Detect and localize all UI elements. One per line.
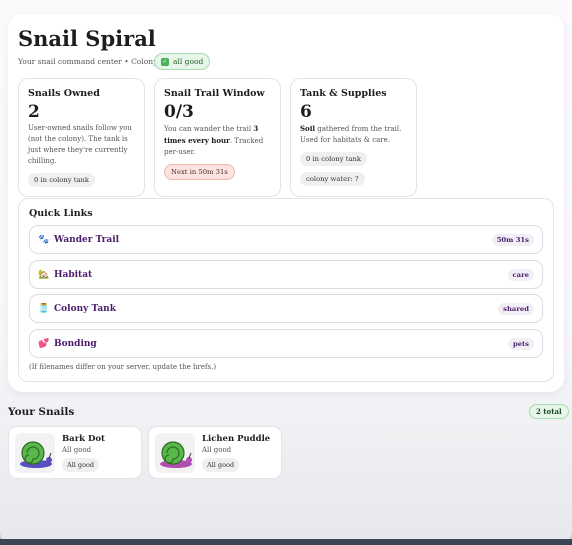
quick-link-label: Wander Trail (54, 234, 120, 245)
snail-avatar (15, 433, 55, 473)
next-trail-timer-pill: Next in 50m 31s (164, 164, 235, 180)
jar-icon: 🫙 (38, 303, 50, 314)
stat-description: User-owned snails follow you (not the co… (28, 124, 132, 165)
stat-title: Snail Trail Window (164, 88, 265, 99)
stat-value: 0/3 (164, 102, 194, 122)
snail-avatar (155, 433, 195, 473)
stat-description: Soil gathered from the trail. Used for h… (300, 124, 402, 144)
snail-name: Bark Dot (62, 434, 105, 444)
quick-link-wander-trail[interactable]: 🐾 Wander Trail 50m 31s (29, 225, 543, 254)
snail-card-lichen-puddle[interactable]: Lichen Puddle All good All good (148, 426, 282, 479)
stat-title: Tank & Supplies (300, 88, 387, 99)
snail-status-pill: All good (202, 458, 240, 472)
colony-tank-count-pill: 0 in colony tank (28, 173, 96, 187)
quick-links-panel: Quick Links 🐾 Wander Trail 50m 31s 🏡 Hab… (18, 198, 554, 382)
your-snails-title: Your Snails (8, 406, 75, 418)
quick-link-label: Colony Tank (54, 303, 116, 314)
hearts-icon: 💕 (38, 338, 50, 349)
colony-water-pill: colony water: ? (300, 172, 365, 186)
quick-link-tag: pets (507, 337, 534, 350)
page-subtitle: Your snail command center • Colony #6 (18, 57, 171, 66)
quick-link-label: Habitat (54, 269, 93, 280)
colony-tank-count-pill: 0 in colony tank (300, 152, 368, 166)
status-badge: ✓ all good (154, 53, 211, 70)
snail-status-pill: All good (62, 458, 100, 472)
quick-link-colony-tank[interactable]: 🫙 Colony Tank shared (29, 294, 543, 323)
snail-total-badge: 2 total (529, 404, 569, 419)
quick-link-tag: care (507, 268, 534, 281)
quick-link-label: Bonding (54, 338, 97, 349)
bottom-strip (0, 539, 572, 545)
status-badge-label: all good (173, 57, 204, 66)
quick-link-tag: 50m 31s (491, 233, 534, 246)
snail-name: Lichen Puddle (202, 434, 271, 444)
snail-icon (20, 441, 52, 468)
stat-card-snails-owned: Snails Owned 2 User-owned snails follow … (18, 78, 145, 197)
stat-description: You can wander the trail 3 times every h… (164, 124, 264, 156)
quick-links-title: Quick Links (29, 208, 93, 219)
paw-icon: 🐾 (38, 234, 50, 245)
quick-link-bonding[interactable]: 💕 Bonding pets (29, 329, 543, 358)
house-icon: 🏡 (38, 269, 50, 280)
check-icon: ✓ (161, 57, 169, 66)
snail-status: All good (202, 446, 232, 454)
stat-card-tank-supplies: Tank & Supplies 6 Soil gathered from the… (290, 78, 417, 197)
quick-link-tag: shared (498, 302, 534, 315)
snail-card-bark-dot[interactable]: Bark Dot All good All good (8, 426, 142, 479)
stat-value: 6 (300, 102, 312, 122)
page-title: Snail Spiral (18, 26, 156, 51)
stat-title: Snails Owned (28, 88, 100, 99)
quick-link-habitat[interactable]: 🏡 Habitat care (29, 260, 543, 289)
snail-icon (160, 441, 192, 468)
quick-links-note: (If filenames differ on your server, upd… (29, 363, 217, 371)
stat-value: 2 (28, 102, 40, 122)
snail-status: All good (62, 446, 92, 454)
stat-card-trail-window: Snail Trail Window 0/3 You can wander th… (154, 78, 281, 197)
